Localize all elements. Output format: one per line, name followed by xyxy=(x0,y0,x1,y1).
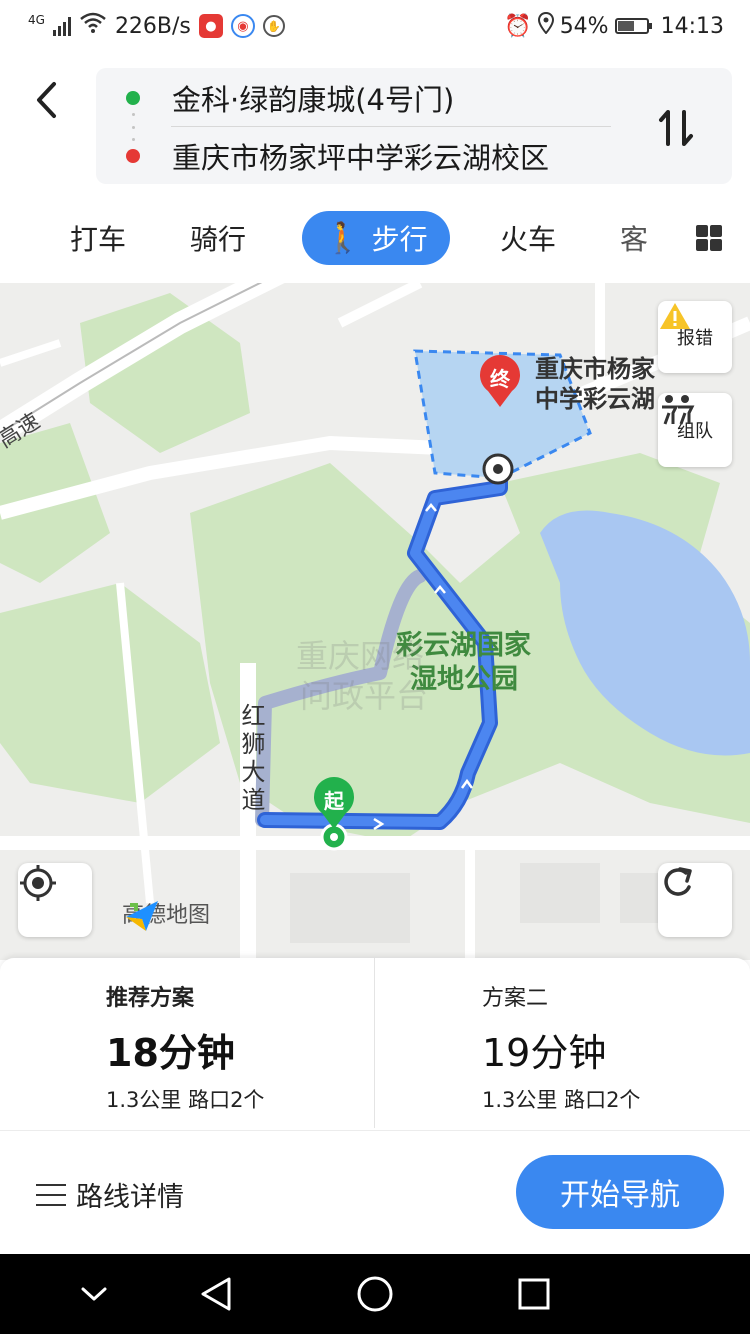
amap-logo-icon xyxy=(126,901,158,931)
watermark-line2: 问政平台 xyxy=(300,677,429,715)
destination-pin-icon: 终 xyxy=(476,353,524,409)
end-marker-label: 终 xyxy=(490,367,510,391)
start-navigation-label: 开始导航 xyxy=(560,1178,680,1213)
status-bar: 4G 226B/s ● ◉ ✋ ⏰ 54% 14:13 xyxy=(0,0,750,52)
battery-icon xyxy=(614,18,652,34)
action-bar: 路线详情 开始导航 xyxy=(0,1130,750,1254)
chevron-left-icon xyxy=(37,82,56,118)
origin-text: 金科·绿韵康城(4号门) xyxy=(172,83,455,117)
route-inputs: 金科·绿韵康城(4号门) 重庆市杨家坪中学彩云湖校区 xyxy=(96,68,732,184)
destination-dot-icon xyxy=(126,149,140,163)
plan-divider xyxy=(374,958,375,1128)
amap-logo: 高德地图 xyxy=(122,897,210,931)
list-icon xyxy=(36,1183,66,1206)
status-right: ⏰ 54% 14:13 xyxy=(504,8,724,44)
network-speed: 226B/s xyxy=(114,13,191,39)
clock: 14:13 xyxy=(660,13,724,39)
chevron-down-icon xyxy=(81,1287,107,1301)
swap-route-button[interactable] xyxy=(654,106,698,150)
browser-app-icon: ◉ xyxy=(230,14,255,38)
system-nav-bar xyxy=(0,1254,750,1334)
route-plans-panel: 推荐方案 18分钟 1.3公里 路口2个 方案二 19分钟 1.3公里 路口2个 xyxy=(0,958,750,1130)
tab-coach-label: 客 xyxy=(620,223,649,256)
plan-info: 1.3公里 路口2个 xyxy=(482,1088,641,1112)
start-marker-label: 起 xyxy=(324,789,344,813)
report-error-button[interactable]: 报错 xyxy=(658,301,732,373)
warning-icon xyxy=(660,303,690,329)
signal-icon xyxy=(52,16,71,36)
plan-duration: 19分钟 xyxy=(482,1031,607,1075)
destination-field[interactable]: 重庆市杨家坪中学彩云湖校区 xyxy=(96,128,616,184)
nav-home-button[interactable] xyxy=(355,1274,395,1314)
hide-keyboard-button[interactable] xyxy=(74,1274,114,1314)
nav-back-button[interactable] xyxy=(196,1274,236,1314)
crosshair-icon xyxy=(20,865,56,901)
refresh-icon xyxy=(664,867,692,896)
square-recents-icon xyxy=(518,1278,550,1310)
nav-recents-button[interactable] xyxy=(514,1274,554,1314)
origin-dot-icon xyxy=(126,91,140,105)
tab-train[interactable]: 火车 xyxy=(500,211,556,265)
origin-field[interactable]: 金科·绿韵康城(4号门) xyxy=(96,70,616,126)
tab-walk[interactable]: 🚶 步行 xyxy=(302,211,450,265)
tab-coach[interactable]: 客 xyxy=(620,211,648,265)
back-button[interactable] xyxy=(26,78,66,122)
refresh-button[interactable] xyxy=(658,863,732,937)
shield-app-icon: ✋ xyxy=(262,15,285,37)
swap-icon xyxy=(659,110,693,146)
route-details-label: 路线详情 xyxy=(76,1182,184,1213)
plan-duration: 18分钟 xyxy=(106,1031,235,1075)
route-details-button[interactable]: 路线详情 xyxy=(36,1175,184,1214)
destination-text: 重庆市杨家坪中学彩云湖校区 xyxy=(172,141,550,175)
plan-alternative[interactable]: 方案二 19分钟 1.3公里 路口2个 xyxy=(376,958,750,1130)
mic-app-icon: ● xyxy=(198,14,223,38)
battery-percent: 54% xyxy=(559,13,609,39)
more-modes-grid-icon[interactable] xyxy=(696,225,722,251)
alarm-icon: ⏰ xyxy=(504,13,532,39)
tab-walk-label: 步行 xyxy=(371,223,428,256)
walking-person-icon: 🚶 xyxy=(324,220,362,256)
plan-recommended[interactable]: 推荐方案 18分钟 1.3公里 路口2个 xyxy=(0,958,374,1130)
my-location-button[interactable] xyxy=(18,863,92,937)
start-pin-icon: 起 xyxy=(310,775,358,831)
tab-taxi[interactable]: 打车 xyxy=(70,211,126,265)
route-divider xyxy=(171,126,611,127)
route-header: 金科·绿韵康城(4号门) 重庆市杨家坪中学彩云湖校区 xyxy=(0,52,750,197)
tab-train-label: 火车 xyxy=(500,223,557,256)
triangle-back-icon xyxy=(201,1277,231,1311)
circle-home-icon xyxy=(357,1276,393,1312)
travel-mode-tabs: 打车 骑行 🚶 步行 火车 客 xyxy=(0,197,750,283)
start-navigation-button[interactable]: 开始导航 xyxy=(516,1155,724,1229)
plan-info: 1.3公里 路口2个 xyxy=(106,1088,265,1112)
tab-taxi-label: 打车 xyxy=(70,223,127,256)
destination-map-label-line2: 中学彩云湖 xyxy=(535,385,655,413)
location-icon xyxy=(537,11,554,40)
status-left: 4G 226B/s ● ◉ ✋ xyxy=(28,8,285,44)
map-view[interactable]: 终 起 高速 红狮大道 彩云湖国家 湿地公园 重庆市杨家 中学彩云湖 重庆网络 … xyxy=(0,283,750,960)
tab-bike-label: 骑行 xyxy=(190,223,247,256)
plan-title: 方案二 xyxy=(482,986,549,1011)
team-button[interactable]: 组队 xyxy=(658,393,732,467)
wifi-icon xyxy=(79,12,107,40)
road-label: 红狮大道 xyxy=(237,703,265,815)
tab-bike[interactable]: 骑行 xyxy=(190,211,246,265)
plan-title: 推荐方案 xyxy=(106,986,195,1011)
network-type: 4G xyxy=(28,13,45,27)
team-people-icon xyxy=(662,395,695,425)
